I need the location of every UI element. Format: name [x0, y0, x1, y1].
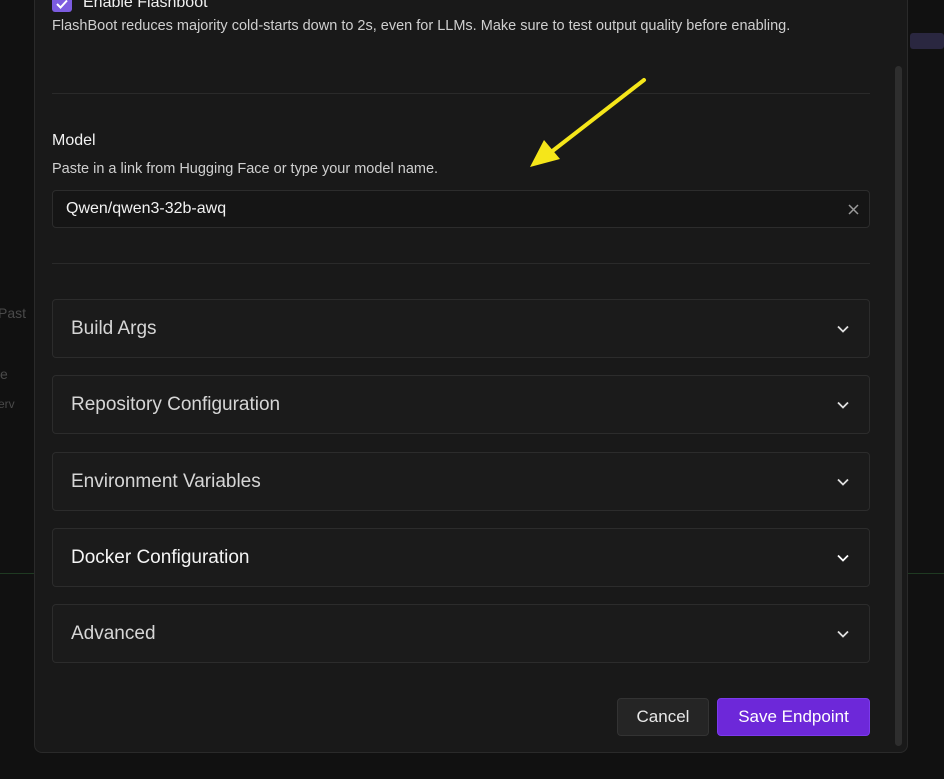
flashboot-checkbox[interactable]	[52, 0, 72, 12]
docker-configuration-accordion[interactable]: Docker Configuration	[52, 528, 870, 587]
chevron-down-icon	[835, 474, 851, 490]
clear-model-button[interactable]	[843, 199, 863, 219]
flashboot-label: Enable Flashboot	[83, 0, 208, 11]
background-badge	[910, 33, 944, 49]
cancel-button[interactable]: Cancel	[617, 698, 709, 736]
accordion-label: Repository Configuration	[71, 393, 281, 415]
background-divider	[908, 573, 944, 574]
chevron-down-icon	[835, 550, 851, 566]
background-divider	[0, 573, 36, 574]
close-icon	[847, 203, 859, 215]
environment-variables-accordion[interactable]: Environment Variables	[52, 452, 870, 511]
background-text: Past	[0, 305, 27, 321]
repository-configuration-accordion[interactable]: Repository Configuration	[52, 375, 870, 434]
accordion-label: Advanced	[71, 622, 156, 644]
background-text: erv	[0, 397, 15, 411]
section-divider	[52, 93, 870, 94]
chevron-down-icon	[835, 626, 851, 642]
build-args-accordion[interactable]: Build Args	[52, 299, 870, 358]
modal-scrollbar[interactable]	[895, 66, 902, 746]
accordion-label: Environment Variables	[71, 470, 261, 492]
check-icon	[56, 0, 68, 9]
model-label: Model	[52, 132, 96, 149]
accordion-label: Docker Configuration	[71, 546, 250, 568]
advanced-accordion[interactable]: Advanced	[52, 604, 870, 663]
chevron-down-icon	[835, 397, 851, 413]
model-help-text: Paste in a link from Hugging Face or typ…	[52, 161, 439, 177]
chevron-down-icon	[835, 321, 851, 337]
save-endpoint-button[interactable]: Save Endpoint	[717, 698, 870, 736]
flashboot-description: FlashBoot reduces majority cold-starts d…	[52, 18, 791, 34]
background-text: e	[0, 366, 8, 382]
accordion-label: Build Args	[71, 317, 157, 339]
annotation-arrow-icon	[530, 78, 646, 167]
model-input[interactable]	[52, 190, 870, 228]
section-divider	[52, 263, 870, 264]
